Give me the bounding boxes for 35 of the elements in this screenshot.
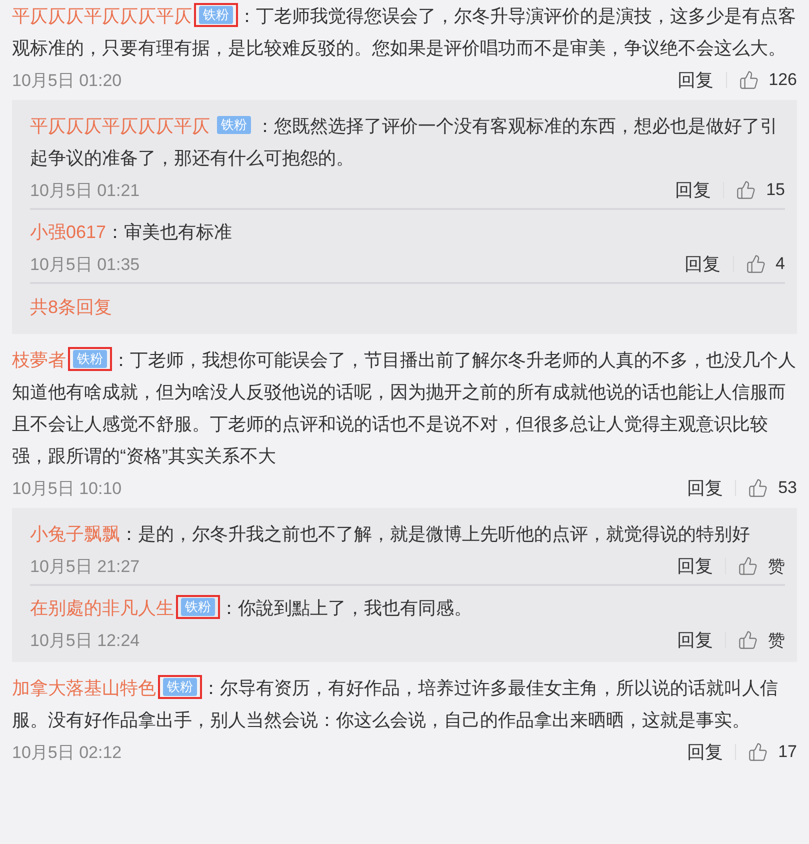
like-button[interactable]: 17 xyxy=(748,742,797,762)
thumbs-up-icon xyxy=(746,254,766,274)
reply-link[interactable]: 回复 xyxy=(677,554,713,578)
comment-text: 在别處的非凡人生 铁粉 ：你說到點上了，我也有同感。 xyxy=(30,592,785,624)
comment-text: 小强0617：审美也有标准 xyxy=(30,221,234,244)
reply-link[interactable]: 回复 xyxy=(687,476,724,500)
like-button[interactable]: 4 xyxy=(746,254,785,274)
thumbs-up-icon xyxy=(738,630,758,650)
reply-link[interactable]: 回复 xyxy=(675,178,712,202)
reply-link[interactable]: 回复 xyxy=(687,740,724,764)
thumbs-up-icon xyxy=(748,478,768,498)
comment-date: 10月5日 21:27 xyxy=(30,556,140,578)
comment-date: 10月5日 02:12 xyxy=(12,742,122,764)
comment-text: 枝夢者 铁粉 ：丁老师，我想你可能误会了，节目播出前了解尔冬升老师的人真的不多，也没几个人知道他有啥成就，但为啥没人反驳他说的话呢，因为抛开之前的所有成就他说的话也能让人信服而且不会让人感觉不舒服。丁老师的点评和说的话也不是说不对，但很多总让人觉得主观意识比较强，跟所谓的“资格”其实关系不大 xyxy=(12,344,797,472)
like-button[interactable]: 15 xyxy=(736,180,785,200)
reply-link[interactable]: 回复 xyxy=(684,252,721,276)
thumbs-up-icon xyxy=(738,70,759,90)
reply-link[interactable]: 回复 xyxy=(678,68,714,92)
comment-text: 加拿大落基山特色 铁粉 ：尔导有资历，有好作品，培养过许多最佳女主角，所以说的话就叫人信服。没有好作品拿出手，别人当然会说：你这么会说，自己的作品拿出来晒晒，这就是事实。 xyxy=(12,672,797,736)
comment-date: 10月5日 12:24 xyxy=(30,630,140,652)
like-button[interactable]: 赞 xyxy=(738,628,785,652)
like-button[interactable]: 126 xyxy=(738,70,797,90)
comment-date: 10月5日 01:21 xyxy=(30,180,140,202)
thumbs-up-icon xyxy=(736,180,756,200)
thumbs-up-icon xyxy=(738,556,758,576)
comment-text: 小兔子飘飘：是的，尔冬升我之前也不了解，就是微博上先听他的点评，就觉得说的特别好 xyxy=(30,523,751,546)
like-button[interactable]: 赞 xyxy=(738,554,785,578)
comment-date: 10月5日 01:35 xyxy=(30,254,140,276)
like-button[interactable]: 53 xyxy=(748,478,797,498)
thumbs-up-icon xyxy=(748,742,768,762)
comment-text: 平仄仄仄平仄仄仄平仄 铁粉 ：丁老师我觉得您误会了，尔冬升导演评价的是演技，这多少是有点客观标准的，只要有理有据，是比较难反驳的。您如果是评价唱功而不是审美，争议绝不会这么大。 xyxy=(12,0,797,64)
comment-date: 10月5日 01:20 xyxy=(12,70,122,92)
reply-link[interactable]: 回复 xyxy=(677,628,713,652)
comment-text: 平仄仄仄平仄仄仄平仄 铁粉 ：您既然选择了评价一个没有客观标准的东西，想必也是做好了引起争议的准备了，那还有什么可抱怨的。 xyxy=(30,115,779,170)
comment-date: 10月5日 10:10 xyxy=(12,478,122,500)
